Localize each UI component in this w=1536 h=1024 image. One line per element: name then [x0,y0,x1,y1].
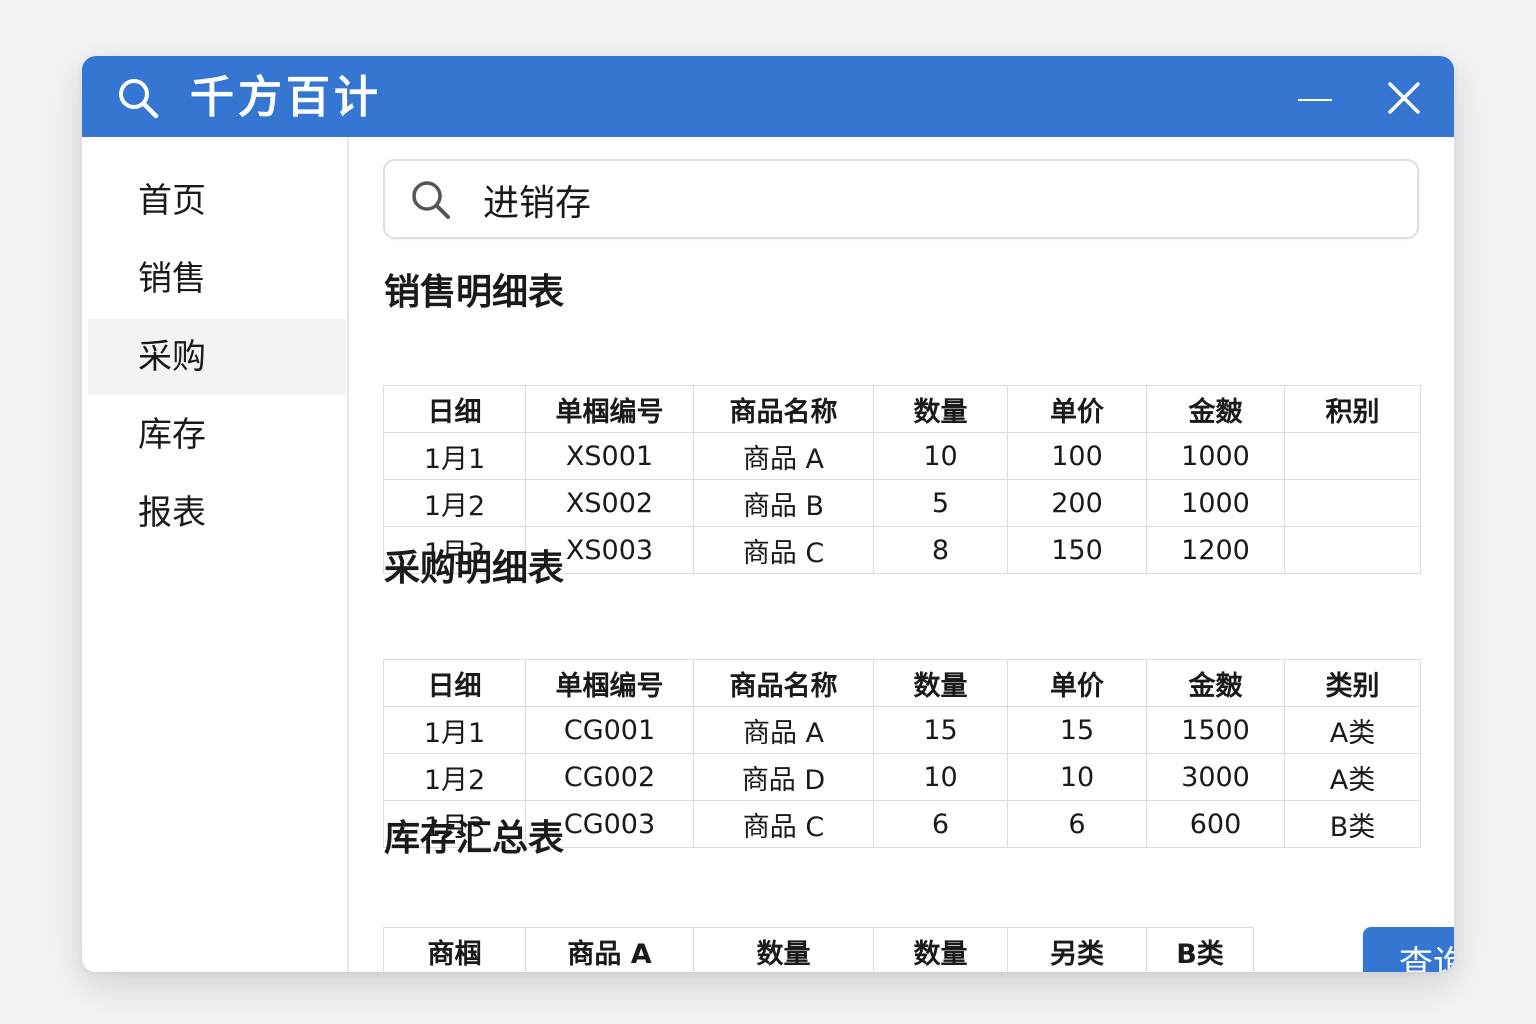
table-cell: 100 [1007,432,1147,480]
table-cell [1284,432,1421,480]
table-cell: 1月1 [383,432,526,480]
sidebar: 首页 销售 采购 库存 报表 [82,137,349,972]
table-cell: 1月2 [383,753,526,801]
column-header: 积别 [1284,385,1421,433]
table-cell: 15 [1007,706,1147,754]
table-cell: 10 [873,753,1008,801]
column-header: 单椢编号 [525,659,694,707]
table-cell: 1500 [1146,706,1285,754]
column-header: 日细 [383,385,526,433]
column-header: 单价 [1007,659,1147,707]
column-header: 单价 [1007,385,1147,433]
column-header: 日细 [383,659,526,707]
minimize-icon [1298,99,1332,101]
table-cell [1284,526,1421,574]
table-cell: 商品 B [693,479,874,527]
query-button[interactable]: 查询 [1363,927,1454,972]
search-icon [412,181,450,219]
table-cell: 1月2 [383,479,526,527]
table-cell: 商品 A [693,706,874,754]
column-header: 商品名称 [693,659,874,707]
table-header-row: 商椢 商品 A 数量 数量 另类 B类 [383,927,1254,972]
table-cell: A类 [1284,753,1421,801]
column-header: 数量 [873,385,1008,433]
table-cell [1284,479,1421,527]
sidebar-item-reports[interactable]: 报表 [88,475,346,551]
sidebar-item-purchase[interactable]: 采购 [88,319,346,395]
table-row[interactable]: 1月1 XS001 商品 A 10 100 1000 [383,432,1421,480]
table-cell: 商品 A [693,432,874,480]
table-cell: CG002 [525,753,694,801]
table-cell: 8 [873,526,1008,574]
sidebar-item-sales[interactable]: 销售 [88,241,346,317]
table-cell: 1200 [1146,526,1285,574]
column-header: 另类 [1007,927,1147,972]
table-cell: 200 [1007,479,1147,527]
table-cell: 1000 [1146,432,1285,480]
minimize-button[interactable] [1294,78,1338,122]
sales-table-title: 销售明细表 [384,272,565,313]
table-cell: 10 [873,432,1008,480]
column-header: 商品 A [525,927,694,972]
table-cell: 1000 [1146,479,1285,527]
table-cell: A类 [1284,706,1421,754]
sidebar-item-home[interactable]: 首页 [88,163,346,239]
table-cell: 10 [1007,753,1147,801]
inventory-table-title: 库存汇总表 [384,818,565,859]
table-row[interactable]: 1月2 CG002 商品 D 10 10 3000 A类 [383,753,1421,801]
column-header: 商品名称 [693,385,874,433]
main-content: 销售明细表 日细单椢编号商品名称数量单价金麬积别1月1XS001商品 A1010… [349,137,1454,972]
table-cell: 6 [873,800,1008,848]
column-header: 金麬 [1146,385,1285,433]
table-cell: 150 [1007,526,1147,574]
search-input[interactable] [481,171,1385,229]
column-header: 商椢 [383,927,526,972]
table-header-row: 日细 单椢编号 商品名称 数量 单价 金麬 积别 [383,385,1421,433]
table-cell: CG001 [525,706,694,754]
app-window: 千方百计 首页 销售 采购 库存 报表 销售明细表 日细单椢编号商品名称数量单价… [82,56,1454,972]
table-cell: 5 [873,479,1008,527]
search-box [383,159,1419,239]
sidebar-item-inventory[interactable]: 库存 [88,397,346,473]
table-cell: XS001 [525,432,694,480]
table-cell: 3000 [1146,753,1285,801]
table-row[interactable]: 1月2 XS002 商品 B 5 200 1000 [383,479,1421,527]
table-row[interactable]: 1月1 CG001 商品 A 15 15 1500 A类 [383,706,1421,754]
column-header: B类 [1146,927,1254,972]
title-bar: 千方百计 [82,56,1454,137]
table-cell: 600 [1146,800,1285,848]
app-title: 千方百计 [190,72,382,123]
table-header-row: 日细 单椢编号 商品名称 数量 单价 金麬 类别 [383,659,1421,707]
column-header: 单椢编号 [525,385,694,433]
inventory-table: 商椢商品 A数量数量另类B类日商品 B255A类 [383,927,1254,972]
search-icon [119,79,159,119]
close-button[interactable] [1382,76,1426,120]
table-cell: B类 [1284,800,1421,848]
table-cell: XS002 [525,479,694,527]
column-header: 金麬 [1146,659,1285,707]
table-cell: 15 [873,706,1008,754]
sales-table: 日细 单椢编号 商品名称 数量 单价 金麬 积别 1月1 XS001 商品 A 10 100 1000 1… [383,385,1421,574]
table-cell: 1月1 [383,706,526,754]
table-cell: 商品 C [693,526,874,574]
table-cell: 6 [1007,800,1147,848]
purchase-table-title: 采购明细表 [384,548,565,589]
column-header: 数量 [693,927,874,972]
column-header: 类别 [1284,659,1421,707]
table-cell: 商品 C [693,800,874,848]
column-header: 数量 [873,659,1008,707]
table-cell: 商品 D [693,753,874,801]
column-header: 数量 [873,927,1008,972]
